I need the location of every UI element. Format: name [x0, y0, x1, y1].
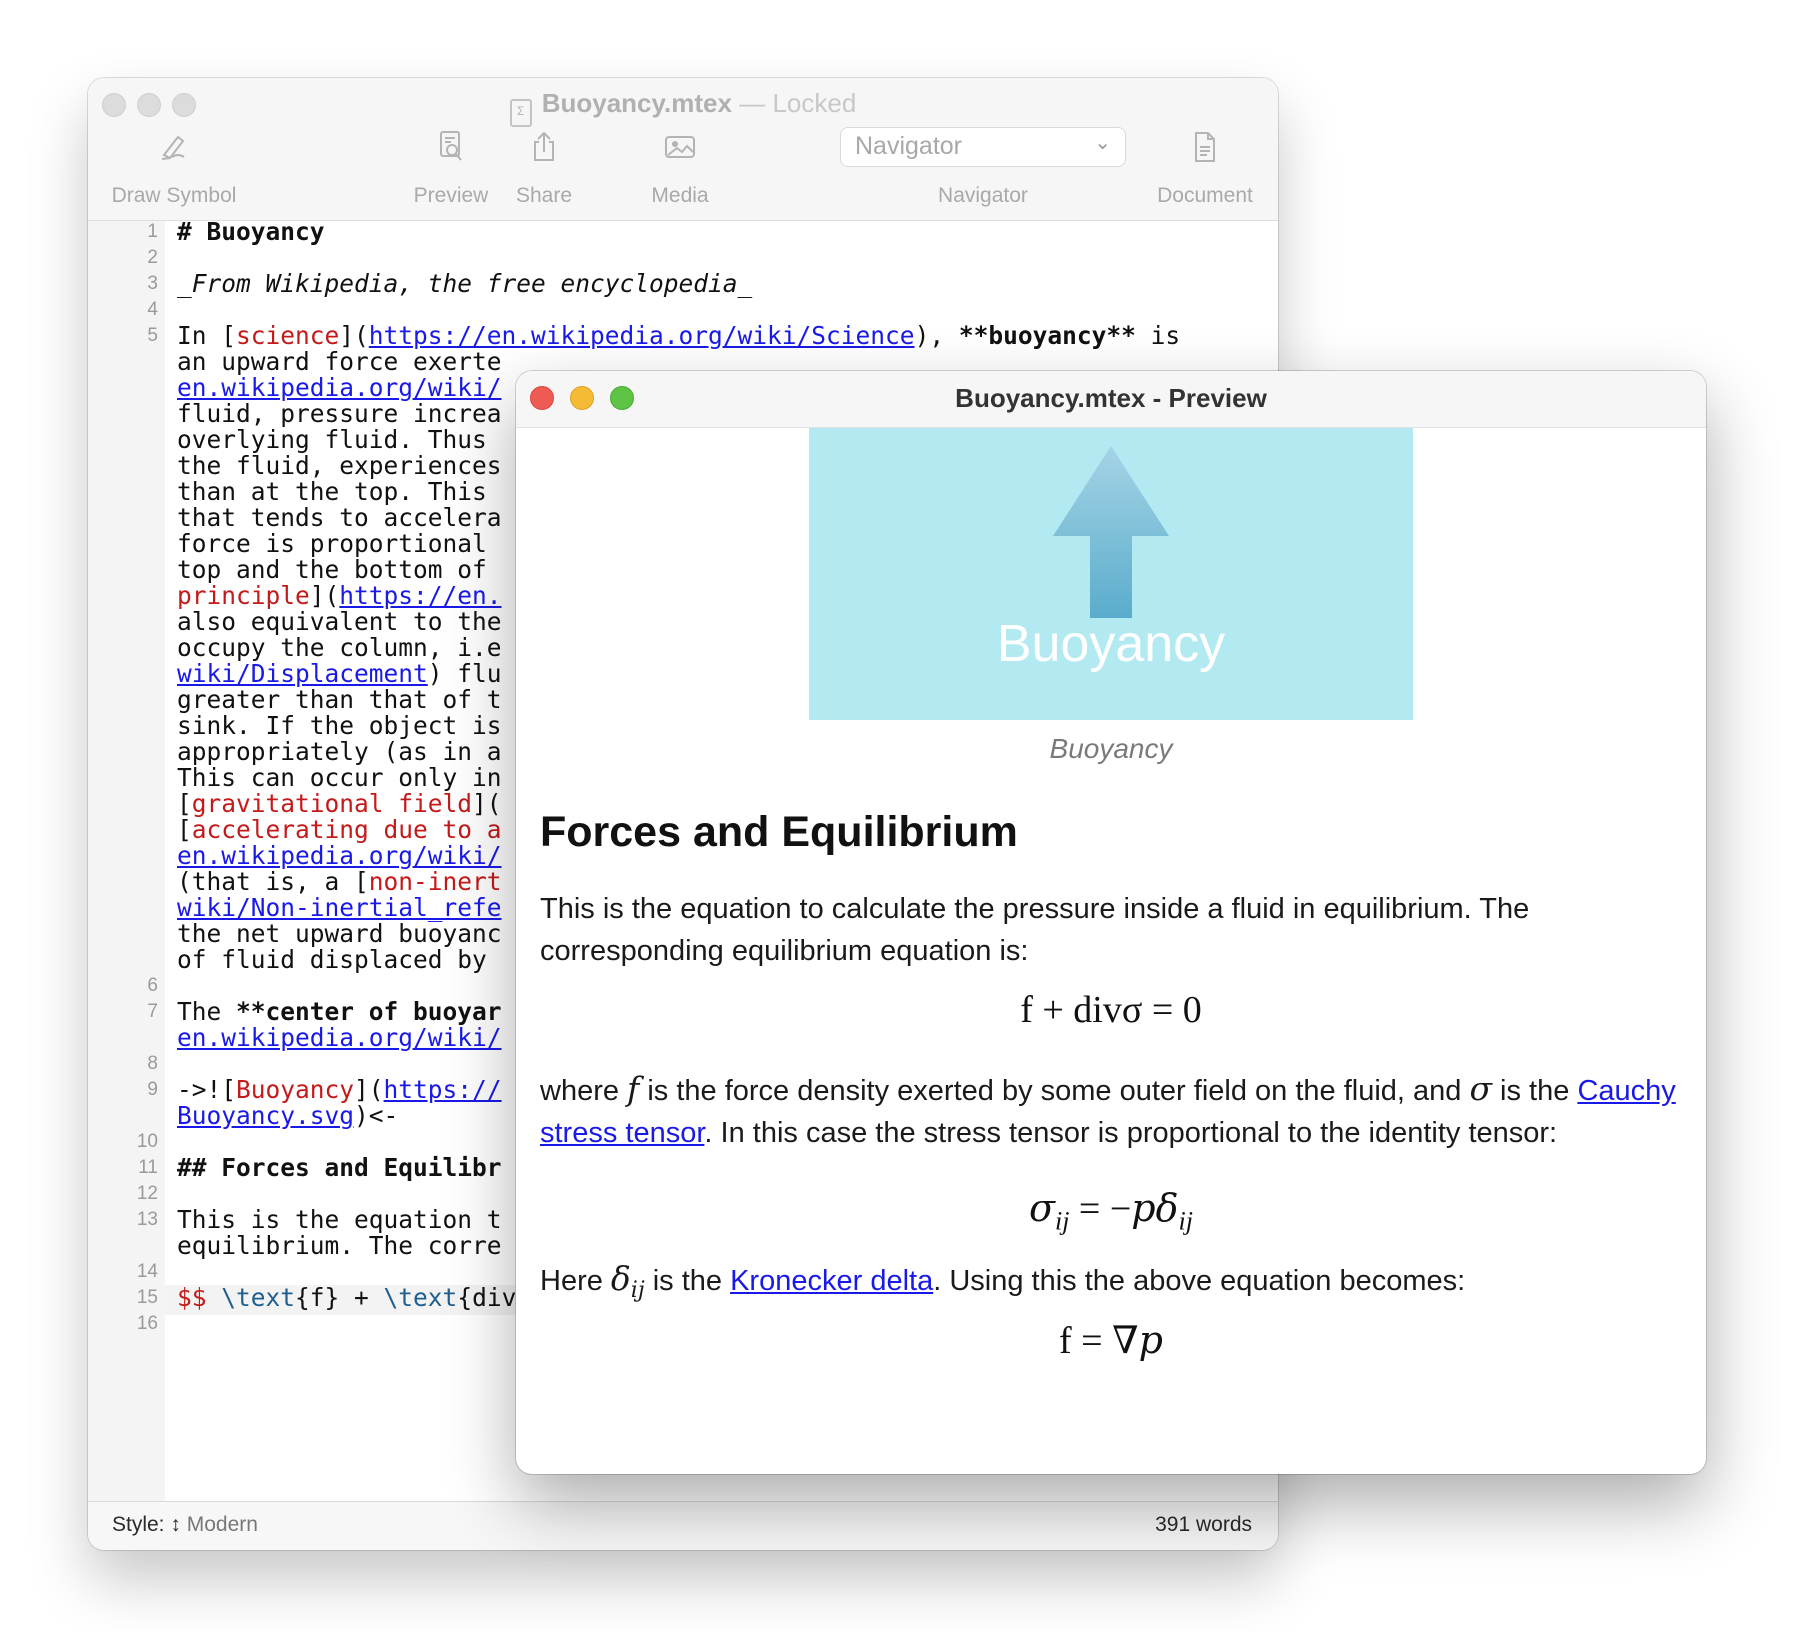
buoyancy-image: Buoyancy	[809, 428, 1413, 720]
pen-icon	[100, 126, 248, 168]
code-line: _From Wikipedia, the free encyclopedia_	[177, 269, 753, 298]
line-number: 4	[147, 299, 158, 320]
draw-symbol-button[interactable]: Draw Symbol	[100, 126, 248, 208]
code-line: en.wikipedia.org/wiki/	[177, 841, 502, 870]
preview-content[interactable]: Buoyancy Buoyancy Forces and Equilibrium…	[516, 428, 1706, 1474]
window-title: Σ Buoyancy.mtex — Locked	[88, 88, 1278, 127]
navigator-select[interactable]: Navigator ⌄	[840, 127, 1126, 167]
media-button[interactable]: Media	[638, 126, 722, 208]
code-line: [accelerating due to a	[177, 815, 502, 844]
code-line: sink. If the object is	[177, 711, 502, 740]
code-line: # Buoyancy	[177, 221, 325, 246]
word-count: 391 words	[1155, 1513, 1252, 1536]
preview-titlebar: Buoyancy.mtex - Preview	[516, 371, 1706, 428]
paragraph: where f is the force density exerted by …	[540, 1069, 1676, 1149]
line-number: 7	[147, 1001, 158, 1022]
code-line: (that is, a [non-inert	[177, 867, 502, 896]
code-line: fluid, pressure increa	[177, 399, 502, 428]
line-number: 9	[147, 1079, 158, 1100]
code-line: ->![Buoyancy](https://	[177, 1075, 502, 1104]
code-line: than at the top. This	[177, 477, 487, 506]
line-number: 10	[136, 1131, 158, 1152]
locked-status[interactable]: Locked	[772, 88, 856, 118]
section-heading: Forces and Equilibrium	[540, 808, 1018, 856]
line-number: 1	[147, 221, 158, 242]
line-number: 8	[147, 1053, 158, 1074]
preview-window: Buoyancy.mtex - Preview Buoyancy Buoyanc…	[516, 371, 1706, 1474]
code-line: The **center of buoyar	[177, 997, 502, 1026]
equation: σij = −pδij	[1029, 1186, 1193, 1236]
code-line: that tends to accelera	[177, 503, 502, 532]
line-number: 5	[147, 325, 158, 346]
image-label: Buoyancy	[996, 615, 1226, 673]
code-line: [gravitational field](	[177, 789, 502, 818]
share-icon	[508, 126, 580, 168]
code-line: This is the equation t	[177, 1205, 502, 1234]
code-line: wiki/Displacement) flu	[177, 659, 502, 688]
line-number: 11	[138, 1157, 158, 1178]
line-number: 16	[136, 1313, 158, 1334]
preview-icon	[413, 126, 489, 168]
status-bar: Style: ↕ Modern 391 words	[88, 1501, 1278, 1550]
document-button[interactable]: Document	[1150, 126, 1260, 208]
line-number: 3	[147, 273, 158, 294]
code-line: equilibrium. The corre	[177, 1231, 502, 1260]
code-line: force is proportional	[177, 529, 487, 558]
file-icon: Σ	[509, 99, 532, 127]
kronecker-delta-link[interactable]: Kronecker delta	[730, 1265, 933, 1297]
line-number: 14	[136, 1261, 158, 1282]
line-number: 2	[147, 247, 158, 268]
code-line: appropriately (as in a	[177, 737, 502, 766]
paragraph: Here δij is the Kronecker delta. Using t…	[540, 1259, 1466, 1303]
line-number: 12	[136, 1183, 158, 1204]
equation: f = ∇p	[1059, 1318, 1163, 1362]
code-line: Buoyancy.svg)<-	[177, 1101, 399, 1130]
paragraph: This is the equation to calculate the pr…	[540, 893, 1530, 967]
code-line: wiki/Non-inertial_refe	[177, 893, 502, 922]
code-line: ## Forces and Equilibr	[177, 1153, 502, 1182]
style-selector[interactable]: Style: ↕ Modern	[112, 1513, 258, 1537]
code-line: en.wikipedia.org/wiki/	[177, 373, 502, 402]
code-line: overlying fluid. Thus	[177, 425, 487, 454]
document-icon	[1150, 126, 1260, 168]
equation: f + divσ = 0	[1020, 989, 1202, 1031]
chevron-down-icon: ⌄	[1094, 132, 1111, 154]
editor-titlebar: Σ Buoyancy.mtex — Locked Draw Symbol Prev…	[88, 78, 1278, 221]
share-button[interactable]: Share	[508, 126, 580, 208]
line-number: 6	[147, 975, 158, 996]
preview-title: Buoyancy.mtex - Preview	[955, 383, 1267, 413]
code-line: the fluid, experiences	[177, 451, 502, 480]
code-line: also equivalent to the	[177, 607, 502, 636]
preview-button[interactable]: Preview	[413, 126, 489, 208]
up-arrow-icon	[1053, 446, 1169, 618]
media-icon	[638, 126, 722, 168]
updown-icon: ↕	[170, 1513, 181, 1536]
code-line: an upward force exerte	[177, 347, 502, 376]
code-line: This can occur only in	[177, 763, 502, 792]
code-line: principle](https://en.	[177, 581, 502, 610]
code-line: greater than that of t	[177, 685, 502, 714]
code-line: In [science](https://en.wikipedia.org/wi…	[177, 321, 1181, 350]
navigator-control: Navigator ⌄ Navigator	[840, 126, 1126, 208]
image-caption: Buoyancy	[1049, 733, 1173, 764]
code-line: en.wikipedia.org/wiki/	[177, 1023, 502, 1052]
code-line: of fluid displaced by	[177, 945, 487, 974]
line-number-gutter: 1 2 3 4 5 6 7 8 9 10 11 12 13 14 15 16	[88, 221, 165, 1502]
line-number: 13	[136, 1209, 158, 1230]
code-line: the net upward buoyanc	[177, 919, 502, 948]
code-line: occupy the column, i.e	[177, 633, 502, 662]
code-line: top and the bottom of	[177, 555, 487, 584]
line-number: 15	[136, 1287, 158, 1308]
